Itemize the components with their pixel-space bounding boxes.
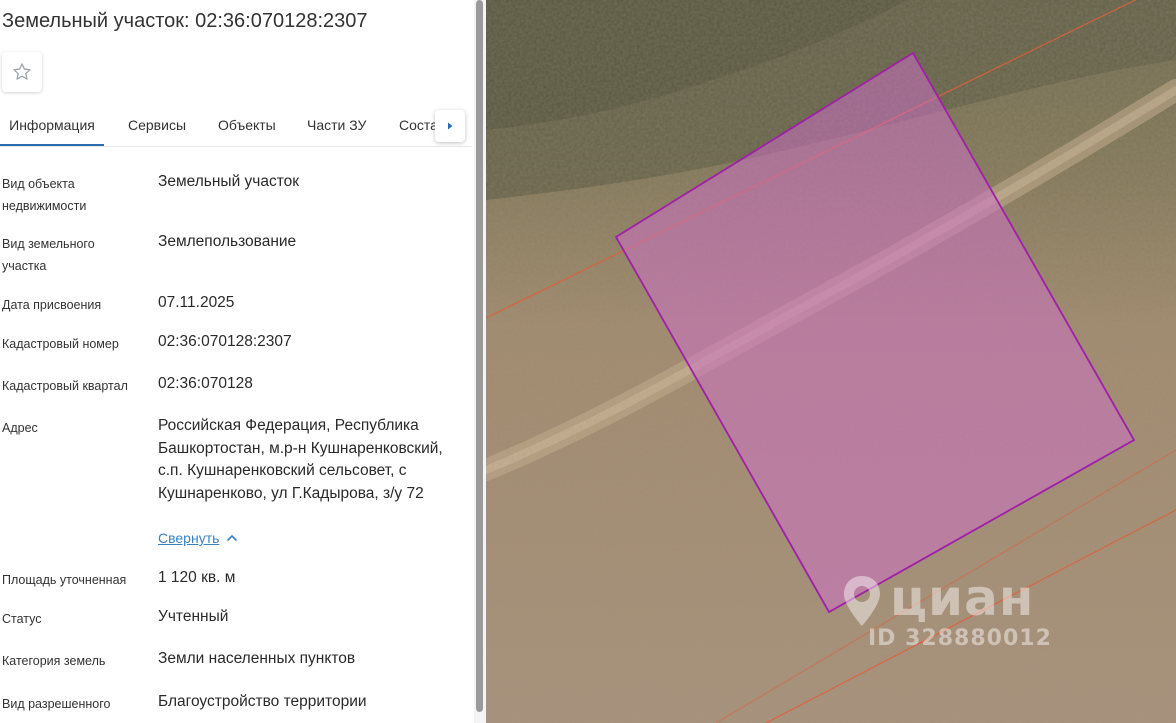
- scrollbar-thumb[interactable]: [476, 0, 483, 712]
- value-cadastral-block: 02:36:070128: [158, 375, 253, 392]
- label-area: Площадь уточненная: [2, 573, 127, 587]
- location-pin-icon: [844, 576, 880, 626]
- watermark: циан ID 328880012: [836, 570, 1052, 651]
- label-assign-date: Дата присвоения: [2, 298, 102, 312]
- chevron-up-icon: [227, 535, 238, 541]
- collapse-link-label: Свернуть: [158, 530, 220, 546]
- page: Земельный участок: 02:36:070128:2307 Инф…: [0, 0, 1176, 723]
- tab-objects[interactable]: Объекты: [218, 104, 276, 144]
- value-cadastral-number: 02:36:070128:2307: [158, 333, 292, 350]
- label-cadastral-number: Кадастровый номер: [2, 337, 119, 351]
- triangle-right-icon: [448, 122, 453, 130]
- page-title: Земельный участок: 02:36:070128:2307: [2, 10, 368, 32]
- value-parcel-type: Землепользование: [158, 233, 297, 250]
- watermark-brand: циан: [890, 569, 1035, 627]
- value-land-category: Земли населенных пунктов: [158, 650, 356, 667]
- value-area: 1 120 кв. м: [158, 569, 236, 586]
- label-status: Статус: [2, 612, 42, 626]
- value-address: Российская Федерация, Республика Башкорт…: [158, 417, 443, 502]
- label-object-type: Вид объекта недвижимости: [2, 177, 87, 213]
- label-permitted-use: Вид разрешенного: [2, 697, 111, 711]
- value-status: Учтенный: [158, 608, 229, 625]
- value-object-type: Земельный участок: [158, 173, 300, 190]
- tab-parts[interactable]: Части ЗУ: [307, 104, 366, 144]
- value-assign-date: 07.11.2025: [158, 294, 235, 311]
- collapse-link[interactable]: Свернуть: [158, 530, 239, 546]
- label-parcel-type: Вид земельного участка: [2, 237, 95, 273]
- tab-bar: Информация Сервисы Объекты Части ЗУ Сост…: [0, 104, 472, 147]
- info-panel: Земельный участок: 02:36:070128:2307 Инф…: [0, 0, 472, 723]
- panel-scrollbar[interactable]: [474, 0, 486, 723]
- map-view[interactable]: циан ID 328880012: [486, 0, 1176, 723]
- label-address: Адрес: [2, 421, 38, 435]
- tab-composition[interactable]: Соста: [399, 104, 438, 144]
- label-cadastral-block: Кадастровый квартал: [2, 379, 128, 393]
- tab-scroll-right-button[interactable]: [435, 110, 465, 142]
- label-land-category: Категория земель: [2, 654, 106, 668]
- favorite-button[interactable]: [2, 52, 42, 92]
- value-permitted-use: Благоустройство территории: [158, 693, 367, 710]
- satellite-map: [486, 0, 1176, 723]
- tab-info[interactable]: Информация: [0, 104, 104, 146]
- tab-services[interactable]: Сервисы: [128, 104, 186, 144]
- star-outline-icon: [13, 63, 31, 80]
- watermark-id: ID 328880012: [868, 626, 1052, 651]
